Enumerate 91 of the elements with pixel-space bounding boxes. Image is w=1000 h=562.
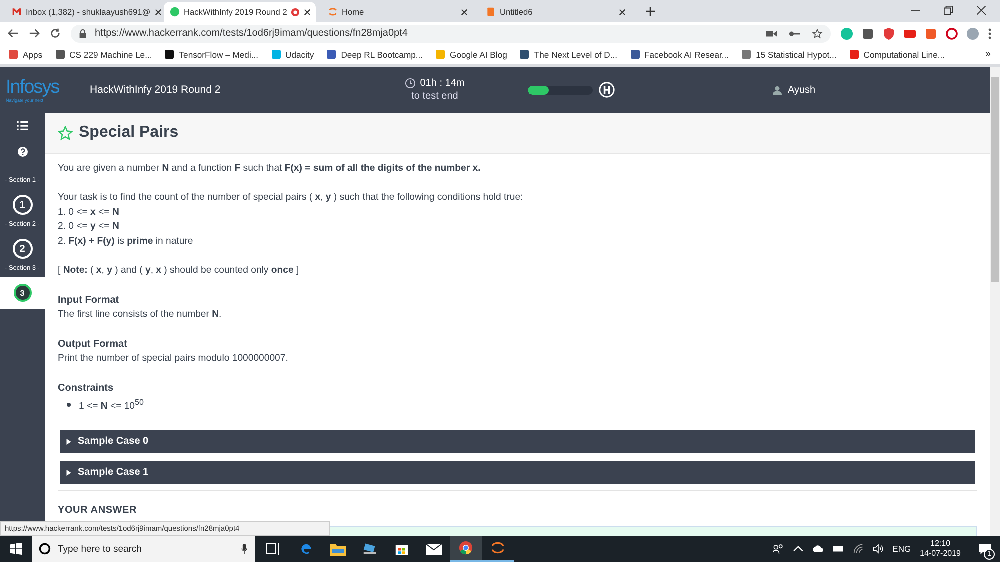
problem-title: Special Pairs: [79, 124, 179, 142]
scrollbar[interactable]: [990, 67, 1000, 536]
language-indicator[interactable]: ENG: [892, 544, 912, 554]
camera-icon[interactable]: [766, 28, 777, 38]
site-icon: [486, 7, 496, 17]
browser-tab[interactable]: HackWithInfy 2019 Round 2: [164, 2, 316, 22]
chrome-icon: [459, 541, 473, 555]
bookmark-label: Udacity: [286, 50, 314, 60]
back-icon[interactable]: [8, 28, 19, 39]
site-icon: [12, 7, 22, 17]
battery-icon[interactable]: [832, 544, 844, 554]
extension-icon[interactable]: [946, 28, 958, 40]
problem-text: 2. 0 <= y <= N: [58, 220, 120, 234]
extension-icon[interactable]: [904, 28, 916, 40]
cloud-icon[interactable]: [812, 544, 824, 554]
bullet-icon: [67, 402, 71, 407]
close-icon[interactable]: [461, 8, 468, 16]
timer-caption: to test end: [412, 91, 458, 102]
scrollbar-thumb[interactable]: [991, 77, 999, 282]
section-button[interactable]: 2: [12, 239, 32, 259]
tab-title: Inbox (1,382) - shuklaayush691@: [26, 7, 151, 17]
expand-icon: [66, 470, 72, 476]
section-button[interactable]: 3: [14, 284, 32, 302]
bookmark-label: Google AI Blog: [450, 50, 508, 60]
user-name[interactable]: Ayush: [788, 84, 816, 96]
section-heading: Input Format: [58, 294, 120, 308]
user-icon: [773, 86, 782, 94]
clock-icon: [405, 78, 416, 89]
problem-text: 2. F(x) + F(y) is prime in nature: [58, 234, 194, 248]
problem-text: 1. 0 <= x <= N: [58, 206, 120, 220]
restore-icon[interactable]: [944, 6, 953, 15]
clock-time[interactable]: 12:10: [930, 539, 951, 549]
bookmark[interactable]: Udacity: [272, 50, 314, 60]
logo: Infosys: [6, 78, 60, 98]
problem-text: The first line consists of the number N.: [58, 308, 223, 322]
tab-title: Untitled6: [500, 7, 534, 17]
browser-tab[interactable]: Home: [322, 2, 474, 22]
tab-title: Home: [342, 7, 366, 17]
menu-icon[interactable]: [17, 121, 28, 131]
expand-icon: [66, 438, 72, 445]
new-tab-icon[interactable]: [646, 7, 655, 16]
problem-text: [ Note: ( x, y ) and ( y, x ) should be counted only once ]: [58, 264, 300, 278]
windows-start-icon[interactable]: [10, 543, 22, 555]
timer-value: 01h : 14m: [420, 78, 465, 89]
section-heading: Constraints: [58, 382, 115, 396]
cortana-icon: [39, 543, 51, 555]
browser-tab[interactable]: Untitled6: [480, 2, 632, 22]
microphone-icon[interactable]: [241, 544, 248, 554]
close-icon[interactable]: [977, 6, 986, 15]
extension-icon[interactable]: [925, 28, 937, 40]
chevron-up-icon[interactable]: [792, 544, 804, 554]
menu-icon[interactable]: [988, 28, 992, 40]
key-icon[interactable]: [789, 28, 800, 38]
section-button[interactable]: 1: [12, 195, 32, 215]
bookmark[interactable]: Google AI Blog: [436, 50, 508, 60]
sample-case-header[interactable]: Sample Case 0: [60, 430, 975, 454]
jupyter-icon: [491, 541, 505, 555]
lock-icon: [79, 28, 87, 38]
taskbar-search-field[interactable]: Type here to search: [32, 536, 255, 562]
tab-title: HackWithInfy 2019 Round 2: [184, 7, 288, 17]
problem-text: You are given a number N and a function F such that F(x) = sum of all the digits of the number x.: [58, 162, 482, 176]
problem-text: Your task is to find the count of the number of special pairs ( x, y ) such that the following conditions hold true:: [58, 191, 524, 205]
more-bookmarks-button[interactable]: »: [985, 49, 991, 60]
bookmark-label: Apps: [23, 50, 43, 60]
hackerrank-logo-icon: [599, 82, 615, 98]
extension-icon[interactable]: [862, 28, 874, 40]
speaker-icon[interactable]: [872, 544, 884, 554]
site-icon: [170, 7, 180, 17]
help-icon[interactable]: [18, 147, 28, 157]
forward-icon[interactable]: [29, 28, 40, 39]
address-field[interactable]: https://www.hackerrank.com/tests/1od6rj9imam/questions/fn28mja0pt4: [71, 24, 831, 42]
close-icon[interactable]: [619, 8, 626, 16]
star-icon[interactable]: [58, 126, 73, 140]
people-icon[interactable]: [772, 544, 784, 554]
problem-text: Print the number of special pairs modulo 1000000007.: [58, 352, 290, 366]
constraint-text: 1 <= N <= 10$^{50}$: [79, 396, 144, 414]
test-title: HackWithInfy 2019 Round 2: [90, 84, 222, 96]
section-heading: Output Format: [58, 338, 128, 352]
shield-icon[interactable]: [883, 28, 895, 40]
clock-date[interactable]: 14-07-2019: [920, 549, 961, 559]
answer-heading: YOUR ANSWER: [58, 505, 138, 516]
wifi-icon[interactable]: [852, 544, 864, 554]
bookmark[interactable]: Apps: [9, 50, 43, 60]
taskbar-app[interactable]: [450, 536, 482, 562]
close-icon[interactable]: [154, 8, 162, 16]
site-icon: [328, 7, 338, 17]
reload-icon[interactable]: [50, 28, 61, 39]
browser-tab[interactable]: Inbox (1,382) - shuklaayush691@: [6, 2, 158, 22]
close-icon[interactable]: [304, 8, 312, 16]
sample-case-header[interactable]: Sample Case 1: [60, 461, 975, 484]
star-icon[interactable]: [812, 28, 823, 38]
